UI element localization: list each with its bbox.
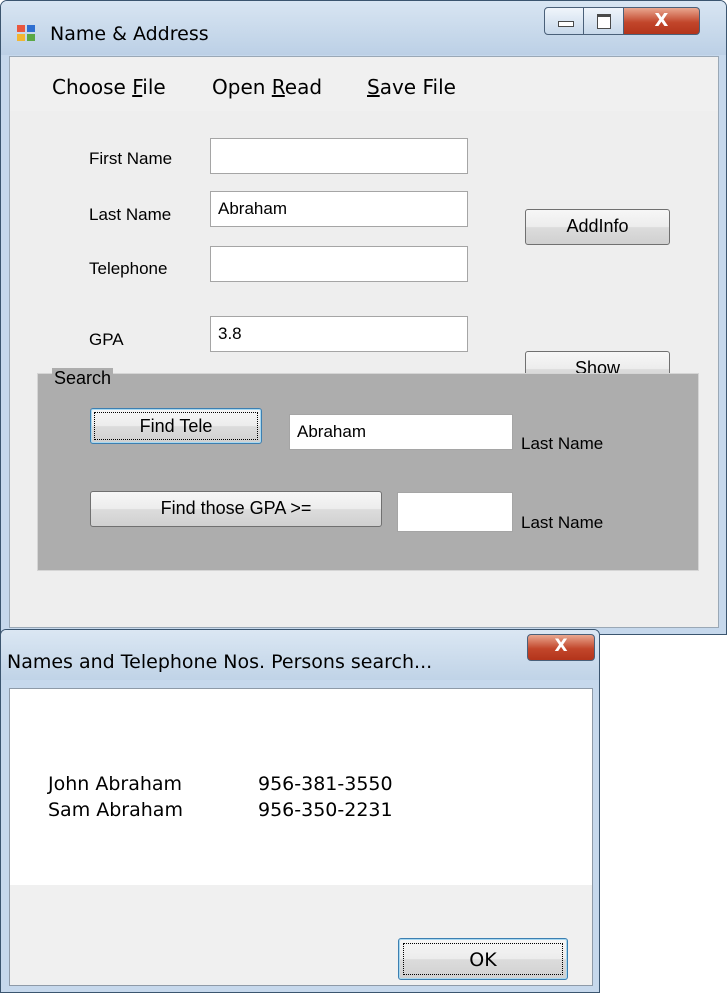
maximize-icon bbox=[597, 14, 611, 29]
ok-button[interactable]: OK bbox=[398, 938, 568, 980]
dialog-body: John Abraham 956-381-3550 Sam Abraham 95… bbox=[9, 688, 593, 986]
find-tele-button-label: Find Tele bbox=[94, 412, 258, 440]
minimize-button[interactable] bbox=[544, 7, 584, 35]
find-gpa-caption: Last Name bbox=[521, 513, 604, 532]
last-name-label: Last Name bbox=[89, 205, 172, 224]
close-button[interactable]: X bbox=[624, 7, 700, 35]
telephone-label: Telephone bbox=[89, 259, 168, 278]
main-window: Name & Address X Choose File Open Read S… bbox=[0, 0, 727, 635]
gpa-label: GPA bbox=[89, 330, 124, 349]
minimize-icon bbox=[558, 21, 574, 27]
ok-button-label: OK bbox=[403, 943, 563, 975]
last-name-field[interactable]: Abraham bbox=[210, 191, 468, 227]
first-name-label: First Name bbox=[89, 149, 173, 168]
result-name: John Abraham bbox=[48, 773, 183, 795]
result-phone: 956-381-3550 bbox=[258, 773, 393, 795]
menu-choose-file[interactable]: Choose File bbox=[52, 75, 166, 99]
maximize-button[interactable] bbox=[584, 7, 624, 35]
telephone-field[interactable] bbox=[210, 246, 468, 282]
find-tele-button[interactable]: Find Tele bbox=[90, 408, 262, 444]
dialog-title: Names and Telephone Nos. Persons search.… bbox=[7, 651, 433, 673]
menu-bar: Choose File Open Read Save File bbox=[10, 57, 718, 111]
result-phone: 956-350-2231 bbox=[258, 799, 393, 821]
close-icon: X bbox=[654, 10, 669, 31]
search-group-legend: Search bbox=[52, 368, 114, 389]
gpa-field[interactable]: 3.8 bbox=[210, 316, 468, 352]
find-tele-field[interactable]: Abraham bbox=[289, 414, 513, 450]
result-name: Sam Abraham bbox=[48, 799, 183, 821]
search-groupbox: Search Find Tele Abraham Last Name Find … bbox=[37, 368, 699, 571]
find-gpa-field[interactable] bbox=[397, 492, 513, 532]
dialog-title-bar[interactable]: Names and Telephone Nos. Persons search.… bbox=[1, 630, 599, 680]
find-gpa-button[interactable]: Find those GPA >= bbox=[90, 491, 382, 527]
main-title-bar[interactable]: Name & Address X bbox=[1, 1, 726, 55]
menu-save-file[interactable]: Save File bbox=[367, 75, 456, 99]
menu-open-read[interactable]: Open Read bbox=[212, 75, 322, 99]
window-title: Name & Address bbox=[50, 23, 209, 45]
addinfo-button[interactable]: AddInfo bbox=[525, 209, 670, 245]
app-icon bbox=[17, 25, 36, 42]
dialog-message-area: John Abraham 956-381-3550 Sam Abraham 95… bbox=[10, 689, 592, 885]
find-tele-caption: Last Name bbox=[521, 434, 604, 453]
results-dialog: Names and Telephone Nos. Persons search.… bbox=[0, 629, 600, 993]
dialog-close-button[interactable]: X bbox=[527, 634, 595, 661]
first-name-field[interactable] bbox=[210, 138, 468, 174]
close-icon: X bbox=[554, 636, 568, 656]
